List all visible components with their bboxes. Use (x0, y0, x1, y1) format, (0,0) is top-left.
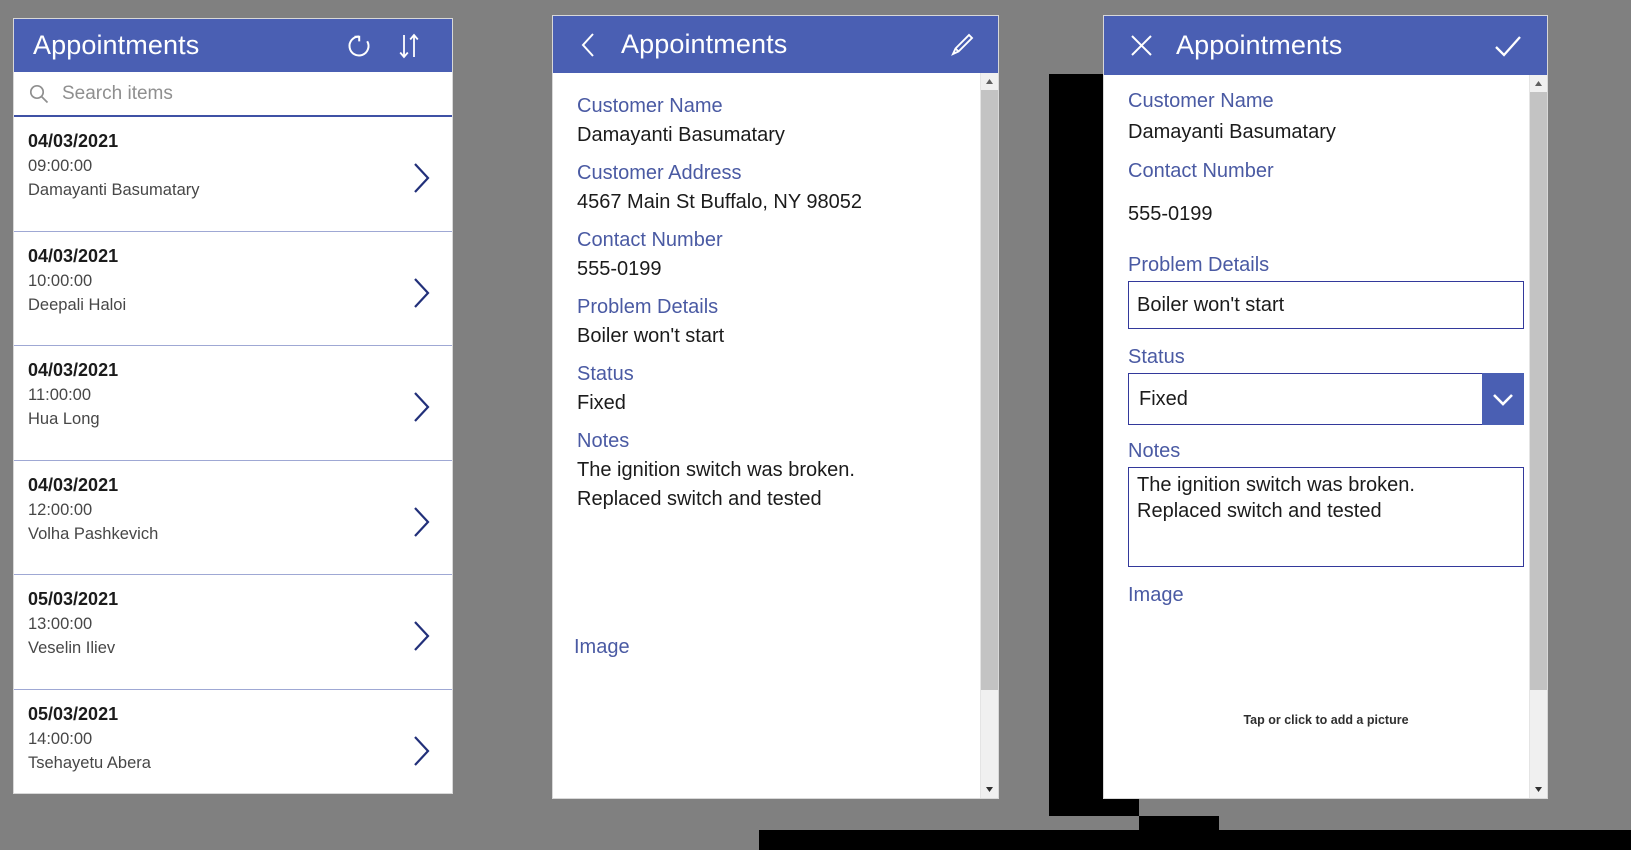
browse-header-actions (334, 19, 434, 72)
chevron-right-icon (414, 621, 430, 652)
list-item-date: 05/03/2021 (28, 703, 119, 724)
edit-contact-number-label: Contact Number (1128, 160, 1274, 182)
list-item-customer: Tsehayetu Abera (28, 753, 151, 772)
list-item[interactable]: 05/03/2021 13:00:00 Veselin Iliev (14, 575, 452, 690)
edit-notes-label: Notes (1128, 440, 1181, 462)
edit-customer-name-label: Customer Name (1128, 90, 1274, 112)
chevron-right-icon (414, 507, 430, 537)
list-item-time: 09:00:00 (28, 157, 93, 175)
edit-status-label: Status (1128, 346, 1185, 368)
detail-field-label: Problem Details (577, 296, 719, 318)
edit-scrollbar[interactable] (1529, 75, 1547, 798)
list-item-time: 11:00:00 (28, 386, 92, 405)
edit-customer-name-value: Damayanti Basumatary (1128, 121, 1336, 143)
detail-title: Appointments (621, 29, 788, 59)
detail-field-value: 4567 Main St Buffalo, NY 98052 (577, 191, 863, 213)
list-item[interactable]: 04/03/2021 12:00:00 Volha Pashkevich (14, 460, 452, 576)
browse-title: Appointments (33, 30, 200, 60)
browse-screen: Appointments Search items 04/03/2021 09:… (14, 19, 452, 793)
edit-header-actions (1485, 16, 1531, 75)
detail-field-value: The ignition switch was broken. Replaced… (577, 459, 855, 510)
detail-field-list: Customer Name Damayanti Basumatary Custome… (577, 91, 998, 514)
detail-field-label: Status (577, 363, 634, 385)
notes-textarea[interactable] (1128, 467, 1524, 567)
chevron-right-icon (414, 736, 430, 766)
pencil-icon[interactable] (940, 16, 984, 73)
search-input[interactable] (62, 82, 442, 105)
detail-field-value: Damayanti Basumatary (577, 124, 785, 146)
search-icon (28, 83, 58, 105)
scrollbar-thumb[interactable] (1530, 92, 1547, 690)
detail-header: Appointments (553, 16, 998, 73)
list-item-customer: Hua Long (28, 410, 100, 429)
problem-details-input[interactable] (1128, 281, 1524, 329)
detail-field-label: Notes (577, 430, 630, 452)
image-upload-area[interactable]: Tap or click to add a picture (1128, 611, 1524, 761)
backdrop-black-bottom-notch (1139, 816, 1219, 850)
status-selected-value: Fixed (1139, 387, 1188, 410)
list-item[interactable]: 04/03/2021 09:00:00 Damayanti Basumatary (14, 117, 452, 232)
list-item[interactable]: 04/03/2021 11:00:00 Hua Long (14, 346, 452, 461)
list-item-time: 10:00:00 (28, 271, 93, 290)
detail-header-actions (940, 16, 984, 73)
edit-problem-details-label: Problem Details (1128, 254, 1270, 276)
chevron-right-icon (414, 163, 430, 193)
back-chevron-icon[interactable] (567, 16, 611, 73)
close-x-icon[interactable] (1118, 16, 1164, 75)
list-item-date: 04/03/2021 (28, 360, 119, 381)
detail-field-label: Customer Name (577, 95, 723, 117)
list-item-time: 12:00:00 (28, 500, 93, 519)
refresh-icon[interactable] (334, 19, 384, 72)
chevron-right-icon (414, 277, 430, 308)
search-bar[interactable] (14, 72, 452, 117)
checkmark-icon[interactable] (1485, 16, 1531, 75)
list-item[interactable]: 04/03/2021 10:00:00 Deepali Haloi (14, 231, 452, 347)
detail-scrollbar[interactable] (980, 73, 998, 798)
edit-body: Customer Name Damayanti Basumatary Conta… (1104, 75, 1547, 798)
status-dropdown[interactable]: Fixed (1128, 373, 1524, 425)
detail-field-label: Customer Address (577, 162, 742, 184)
edit-image-label: Image (1128, 584, 1184, 606)
detail-field-value: Boiler won't start (577, 325, 725, 347)
list-item-date: 04/03/2021 (28, 131, 119, 151)
list-item-customer: Damayanti Basumatary (28, 181, 200, 199)
list-item-customer: Volha Pashkevich (28, 524, 159, 543)
detail-body: Customer Name Damayanti Basumatary Custome… (553, 73, 998, 798)
edit-contact-number-value: 555-0199 (1128, 203, 1213, 225)
list-item-customer: Veselin Iliev (28, 639, 116, 658)
list-item-date: 04/03/2021 (28, 474, 119, 495)
list-item[interactable]: 05/03/2021 14:00:00 Tsehayetu Abera (14, 689, 452, 792)
list-item-time: 14:00:00 (28, 729, 93, 748)
list-item-time: 13:00:00 (28, 615, 93, 634)
chevron-right-icon (414, 392, 430, 422)
detail-field-value: 555-0199 (577, 258, 662, 280)
detail-field-label: Contact Number (577, 229, 723, 251)
scrollbar-down-arrow[interactable] (981, 781, 998, 798)
scrollbar-down-arrow[interactable] (1530, 781, 1547, 798)
detail-screen: Appointments Customer Name Damayanti Basu… (553, 16, 998, 798)
scrollbar-up-arrow[interactable] (1530, 75, 1547, 92)
edit-header: Appointments (1104, 16, 1547, 75)
browse-header: Appointments (14, 19, 452, 72)
edit-title: Appointments (1176, 30, 1343, 60)
chevron-down-icon[interactable] (1482, 373, 1524, 425)
image-upload-hint: Tap or click to add a picture (1243, 713, 1409, 727)
list-item-customer: Deepali Haloi (28, 295, 127, 314)
edit-screen: Appointments Customer Name Damayanti Bas… (1104, 16, 1547, 798)
scrollbar-up-arrow[interactable] (981, 73, 998, 90)
list-item-date: 05/03/2021 (28, 589, 119, 610)
sort-icon[interactable] (384, 19, 434, 72)
appointment-list[interactable]: 04/03/2021 09:00:00 Damayanti Basumatary 04… (14, 117, 452, 792)
detail-field-value: Fixed (577, 392, 626, 414)
detail-image-label: Image (574, 636, 630, 658)
list-item-date: 04/03/2021 (28, 245, 119, 266)
scrollbar-thumb[interactable] (981, 90, 998, 690)
